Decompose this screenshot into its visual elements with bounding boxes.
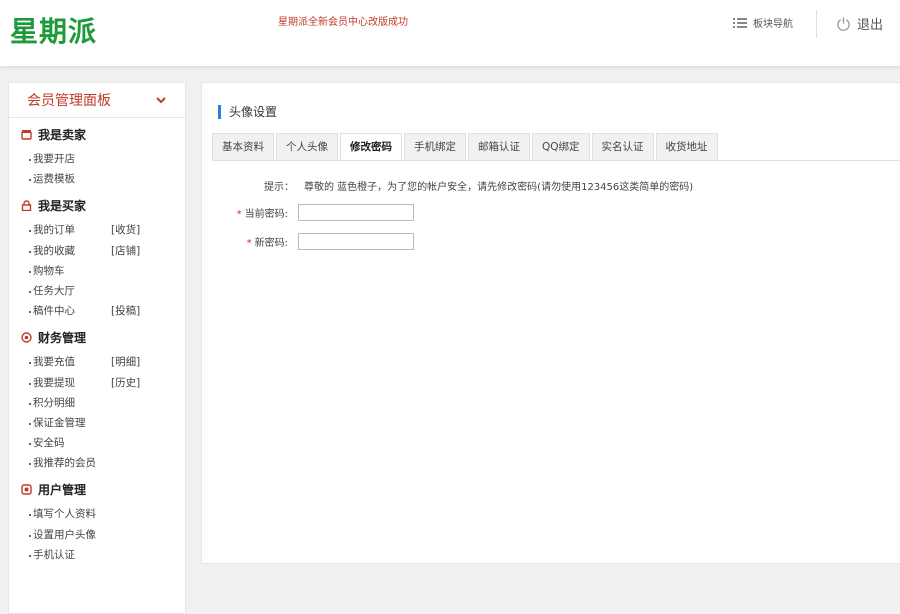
sidebar-item-label: 我的收藏 bbox=[33, 244, 75, 257]
group-title-buyer: 我是买家 bbox=[21, 197, 185, 214]
menu-list-icon bbox=[733, 17, 747, 28]
group-title-label: 用户管理 bbox=[38, 483, 87, 498]
sidebar-item-label: 稿件中心 bbox=[33, 305, 75, 318]
sidebar-item-extra-link[interactable]: [投稿] bbox=[111, 301, 140, 321]
sidebar-item-label: 任务大厅 bbox=[33, 284, 75, 297]
power-icon bbox=[837, 17, 850, 31]
current-password-row: * 当前密码: bbox=[232, 204, 414, 221]
sidebar-item-extra-link[interactable]: [店铺] bbox=[111, 241, 140, 261]
sidebar-item-manuscripts[interactable]: 稿件中心 [投稿] bbox=[9, 301, 185, 321]
sidebar-item-task-hall[interactable]: 任务大厅 bbox=[9, 281, 185, 301]
group-title-seller: 我是卖家 bbox=[21, 126, 185, 143]
hint-text: 尊敬的 蓝色橙子，为了您的帐户安全，请先修改密码(请勿使用123456这类简单的… bbox=[304, 182, 694, 193]
tab-bar: 基本资料 个人头像 修改密码 手机绑定 邮箱认证 QQ绑定 实名认证 收货地址 bbox=[212, 133, 718, 160]
lock-icon bbox=[21, 200, 32, 212]
tab-phone-binding[interactable]: 手机绑定 bbox=[404, 133, 466, 160]
sidebar-item-open-shop[interactable]: 我要开店 bbox=[9, 149, 185, 169]
sidebar-item-points[interactable]: 积分明细 bbox=[9, 393, 185, 413]
sidebar-item-shipping-template[interactable]: 运费模板 bbox=[9, 169, 185, 189]
sidebar-item-profile[interactable]: 填写个人资料 bbox=[9, 504, 185, 524]
group-title-finance: 财务管理 bbox=[21, 329, 185, 346]
tab-change-password[interactable]: 修改密码 bbox=[340, 133, 402, 160]
sidebar-header[interactable]: 会员管理面板 bbox=[9, 83, 185, 118]
tab-qq-binding[interactable]: QQ绑定 bbox=[532, 133, 590, 160]
group-seller: 我是卖家 我要开店 运费模板 bbox=[9, 126, 185, 189]
sidebar-title: 会员管理面板 bbox=[27, 93, 111, 109]
sidebar-item-label: 我的订单 bbox=[33, 224, 75, 237]
new-password-row: * 新密码: bbox=[232, 233, 414, 250]
group-title-label: 财务管理 bbox=[38, 331, 87, 346]
sidebar-item-extra-link[interactable]: [明细] bbox=[111, 352, 140, 372]
group-buyer: 我是买家 我的订单 [收货] 我的收藏 [店铺] 购物车 任务大厅 稿件中心 [投稿] bbox=[9, 197, 185, 321]
sidebar-item-referrals[interactable]: 我推荐的会员 bbox=[9, 453, 185, 473]
user-icon bbox=[21, 484, 32, 496]
required-mark: * bbox=[246, 238, 252, 249]
required-mark: * bbox=[236, 209, 242, 220]
new-password-label: * 新密码: bbox=[232, 234, 288, 249]
tab-avatar[interactable]: 个人头像 bbox=[276, 133, 338, 160]
group-title-label: 我是买家 bbox=[38, 199, 87, 214]
site-logo[interactable]: 星期派 bbox=[10, 10, 97, 50]
section-title: 头像设置 bbox=[218, 103, 277, 120]
current-password-label-text: 当前密码: bbox=[244, 209, 288, 220]
section-accent-bar bbox=[218, 104, 221, 119]
section-nav-button[interactable]: 板块导航 bbox=[733, 15, 793, 30]
logout-button[interactable]: 退出 bbox=[836, 14, 883, 33]
sidebar-item-extra-link[interactable]: [历史] bbox=[111, 373, 140, 393]
tab-shipping-address[interactable]: 收货地址 bbox=[655, 133, 718, 160]
group-finance: 财务管理 我要充值 [明细] 我要提现 [历史] 积分明细 保证金管理 安全码 我推… bbox=[9, 329, 185, 473]
notice-text: 星期派全新会员中心改版成功 bbox=[278, 17, 408, 28]
tab-real-name[interactable]: 实名认证 bbox=[591, 133, 654, 160]
shop-icon bbox=[21, 130, 32, 140]
sidebar-item-label: 我要提现 bbox=[33, 376, 75, 389]
finance-icon bbox=[21, 332, 32, 344]
sidebar-item-label: 积分明细 bbox=[33, 396, 75, 409]
section-nav-label: 板块导航 bbox=[753, 19, 793, 30]
sidebar-item-label: 手机认证 bbox=[33, 548, 75, 561]
sidebar-item-label: 保证金管理 bbox=[33, 416, 86, 429]
sidebar-item-label: 填写个人资料 bbox=[33, 508, 96, 521]
password-hint: 提示： 尊敬的 蓝色橙子，为了您的帐户安全，请先修改密码(请勿使用123456这… bbox=[264, 178, 693, 193]
sidebar-item-phone-verify[interactable]: 手机认证 bbox=[9, 545, 185, 565]
sidebar-item-withdraw[interactable]: 我要提现 [历史] bbox=[9, 373, 185, 393]
top-bar: 星期派 星期派全新会员中心改版成功 板块导航 退出 bbox=[0, 0, 900, 66]
current-password-input[interactable] bbox=[298, 204, 414, 221]
tab-email-verify[interactable]: 邮箱认证 bbox=[468, 133, 530, 160]
new-password-input[interactable] bbox=[298, 233, 414, 250]
group-user: 用户管理 填写个人资料 设置用户头像 手机认证 bbox=[9, 481, 185, 565]
main-panel: 头像设置 基本资料 个人头像 修改密码 手机绑定 邮箱认证 QQ绑定 实名认证 … bbox=[201, 82, 900, 564]
sidebar-item-security-code[interactable]: 安全码 bbox=[9, 433, 185, 453]
group-title-label: 我是卖家 bbox=[38, 128, 87, 142]
section-title-label: 头像设置 bbox=[229, 105, 278, 119]
member-sidebar: 会员管理面板 我是卖家 我要开店 运费模板 我是买家 我的订单 [收货] 我的收藏… bbox=[8, 82, 186, 614]
sidebar-item-label: 我推荐的会员 bbox=[33, 457, 96, 470]
tab-underline bbox=[212, 160, 900, 161]
sidebar-item-deposit[interactable]: 保证金管理 bbox=[9, 413, 185, 433]
sidebar-item-extra-link[interactable]: [收货] bbox=[111, 220, 140, 240]
chevron-down-icon[interactable] bbox=[155, 94, 167, 106]
sidebar-item-avatar[interactable]: 设置用户头像 bbox=[9, 525, 185, 545]
hint-label: 提示： bbox=[264, 182, 294, 193]
group-title-user: 用户管理 bbox=[21, 481, 185, 498]
logout-label: 退出 bbox=[857, 18, 884, 33]
tab-basic-info[interactable]: 基本资料 bbox=[212, 133, 274, 160]
sidebar-item-label: 运费模板 bbox=[33, 173, 75, 186]
sidebar-item-my-orders[interactable]: 我的订单 [收货] bbox=[9, 220, 185, 240]
current-password-label: * 当前密码: bbox=[232, 205, 288, 220]
sidebar-item-label: 设置用户头像 bbox=[33, 528, 96, 541]
header-divider bbox=[816, 10, 817, 38]
sidebar-item-recharge[interactable]: 我要充值 [明细] bbox=[9, 352, 185, 372]
sidebar-item-my-favorites[interactable]: 我的收藏 [店铺] bbox=[9, 241, 185, 261]
new-password-label-text: 新密码: bbox=[254, 238, 288, 249]
sidebar-item-label: 我要开店 bbox=[33, 153, 75, 165]
sidebar-item-cart[interactable]: 购物车 bbox=[9, 261, 185, 281]
sidebar-item-label: 我要充值 bbox=[33, 356, 75, 369]
sidebar-item-label: 购物车 bbox=[33, 264, 65, 277]
sidebar-item-label: 安全码 bbox=[33, 437, 65, 450]
